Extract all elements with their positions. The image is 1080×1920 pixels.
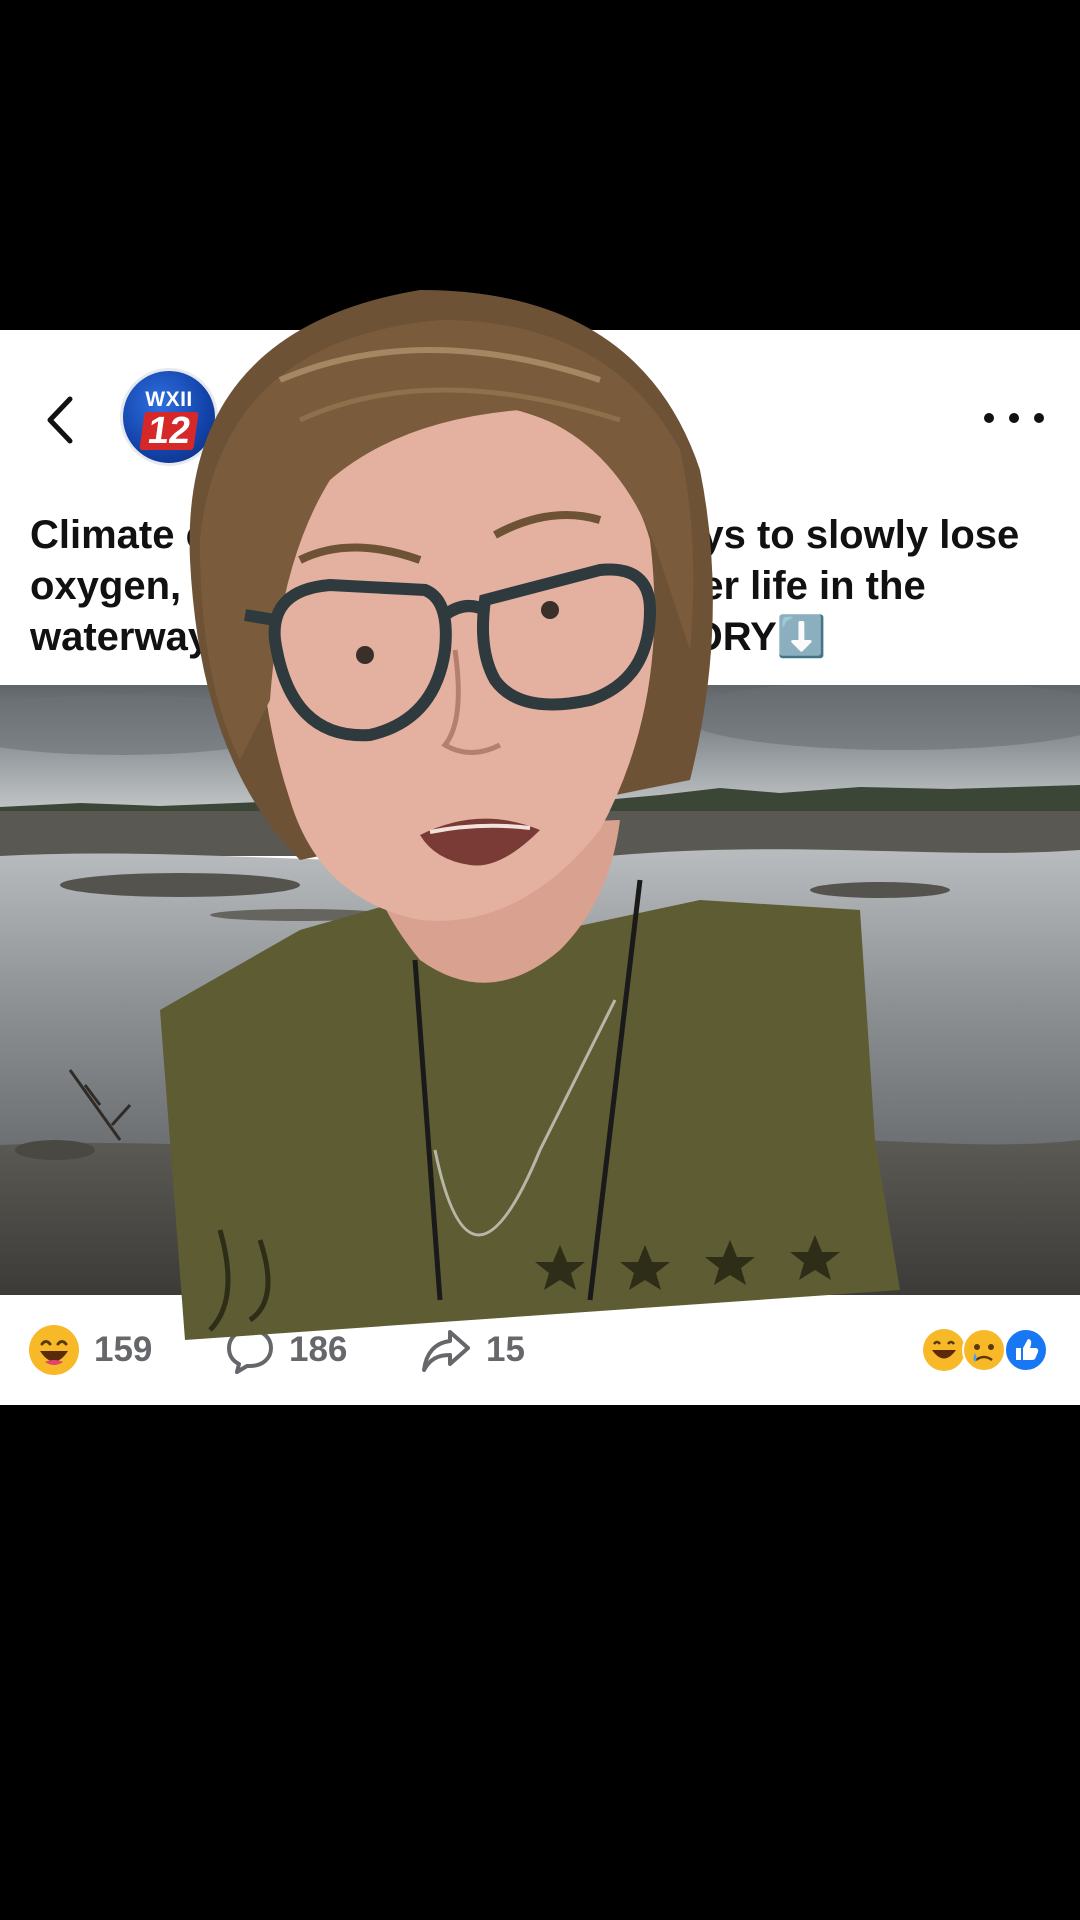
- shares-count: 15: [486, 1330, 525, 1369]
- like-reaction-icon: [1004, 1328, 1048, 1372]
- post-header: WXII 12: [0, 330, 1080, 500]
- more-options-button[interactable]: [984, 406, 1044, 430]
- chevron-left-icon: [47, 396, 73, 444]
- laugh-reaction-icon: [923, 1329, 965, 1371]
- comments-count: 186: [289, 1330, 348, 1369]
- post-image[interactable]: [0, 685, 1080, 1295]
- post-caption[interactable]: Climate change is causing waterways to s…: [30, 510, 1050, 663]
- video-frame: WXII 12 Climate change is causing waterw…: [0, 0, 1080, 1920]
- laugh-reaction-icon: [29, 1325, 79, 1375]
- engagement-bar: 159 186 15: [0, 1295, 1080, 1405]
- more-dot-icon: [1034, 413, 1044, 423]
- more-dot-icon: [1009, 413, 1019, 423]
- reactions-button[interactable]: 159: [28, 1295, 152, 1405]
- more-dot-icon: [984, 413, 994, 423]
- comment-bubble-icon: [227, 1328, 273, 1374]
- back-button[interactable]: [38, 390, 82, 450]
- avatar-brand-text: WXII: [145, 387, 193, 411]
- page-avatar[interactable]: WXII 12: [120, 368, 218, 466]
- lake-drought-photo: [0, 685, 1080, 1295]
- reaction-summary[interactable]: [922, 1325, 1052, 1375]
- post-card: WXII 12 Climate change is causing waterw…: [0, 330, 1080, 1405]
- reactions-count: 159: [94, 1330, 153, 1369]
- share-arrow-icon: [422, 1330, 470, 1372]
- sad-reaction-icon: [962, 1328, 1006, 1372]
- shares-button[interactable]: 15: [420, 1295, 525, 1405]
- avatar-channel-number: 12: [139, 410, 199, 452]
- comments-button[interactable]: 186: [225, 1295, 347, 1405]
